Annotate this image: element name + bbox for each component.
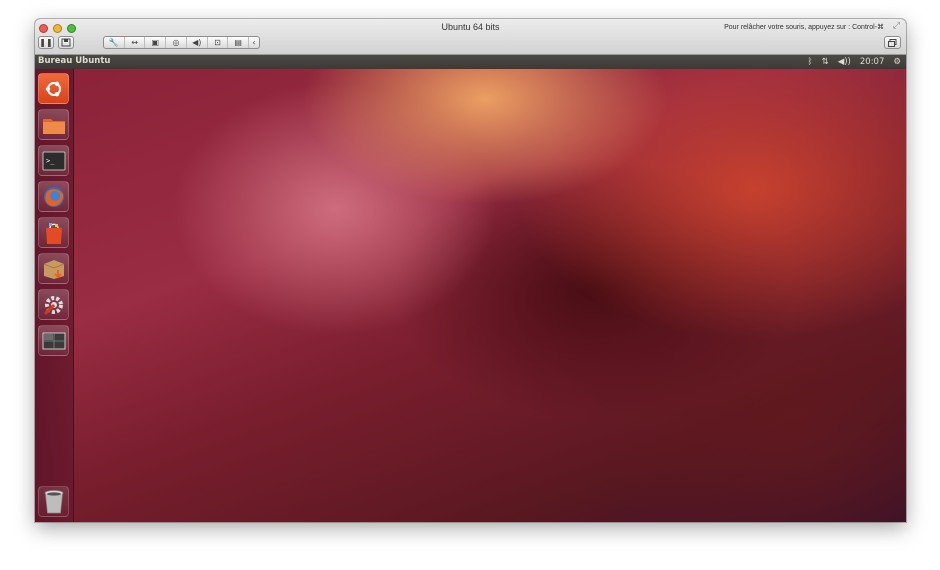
unity-button[interactable] [884,36,901,49]
chevron-left-icon: ‹ [252,38,256,47]
cdrom-icon: ◎ [172,38,180,47]
launcher-dash-home[interactable] [38,73,69,104]
display-button[interactable]: ▤ [228,37,250,48]
more-devices-button[interactable]: ‹ [249,37,259,48]
bluetooth-icon[interactable]: ᛒ [807,56,812,68]
indicator-area: ᛒ ⇅ ◀)) 20:07 ⚙ [807,56,901,68]
settings-tools-icon [43,295,63,315]
pause-icon: ❚❚ [39,37,53,47]
mouse-release-hint: Pour relâcher votre souris, appuyez sur … [724,24,884,31]
device-toolbar: 🔧 ↔ ▣ ◎ ◀) ⊡ ▤ ‹ [103,36,260,49]
disk-icon: ▣ [151,38,160,47]
ubuntu-logo-icon [45,81,61,96]
snapshot-button[interactable] [58,36,74,49]
sound-button[interactable]: ◀) [187,37,208,48]
package-icon [43,259,64,279]
vm-titlebar: Ubuntu 64 bits Pour relâcher votre souri… [35,19,906,55]
desktop-wallpaper[interactable] [35,69,906,522]
network-transfer-icon[interactable]: ⇅ [822,56,829,68]
launcher-system-settings[interactable] [38,289,69,320]
speaker-icon: ◀) [192,38,202,47]
usb-icon: ⊡ [214,38,221,47]
wrench-icon: 🔧 [108,38,119,47]
ubuntu-top-panel: Bureau Ubuntu ᛒ ⇅ ◀)) 20:07 ⚙ [35,55,906,69]
cdrom-button[interactable]: ◎ [166,37,187,48]
launcher-terminal[interactable]: >_ [38,145,69,176]
gear-icon[interactable]: ⚙ [893,56,901,68]
window-restore-icon [888,38,897,47]
launcher-update-manager[interactable] [38,253,69,284]
launcher-trash[interactable] [38,486,69,517]
pause-button[interactable]: ❚❚ [38,36,54,49]
usb-button[interactable]: ⊡ [208,37,229,48]
disk-button[interactable]: ▣ [145,37,167,48]
panel-title: Bureau Ubuntu [38,56,111,66]
unity-launcher: >_ [35,69,74,522]
display-icon: ▤ [234,38,242,47]
launcher-files[interactable] [38,109,69,140]
launcher-software-center[interactable] [38,217,69,248]
vm-window: Ubuntu 64 bits Pour relâcher votre souri… [35,19,906,522]
fullscreen-icon[interactable]: ⤢ [891,21,902,32]
network-button[interactable]: ↔ [125,37,146,48]
launcher-workspace-switcher[interactable] [38,325,69,356]
firefox-icon [43,186,64,207]
settings-button[interactable]: 🔧 [104,37,125,48]
trash-icon [44,489,63,513]
volume-icon[interactable]: ◀)) [838,56,851,68]
folder-icon [42,118,65,134]
launcher-firefox[interactable] [38,181,69,212]
shopping-bag-icon [45,222,62,244]
terminal-icon: >_ [42,151,65,170]
workspace-icon [42,332,65,349]
svg-text:>_: >_ [46,157,55,165]
network-arrows-icon: ↔ [131,38,138,47]
clock[interactable]: 20:07 [860,56,885,68]
snapshot-icon [61,38,71,47]
